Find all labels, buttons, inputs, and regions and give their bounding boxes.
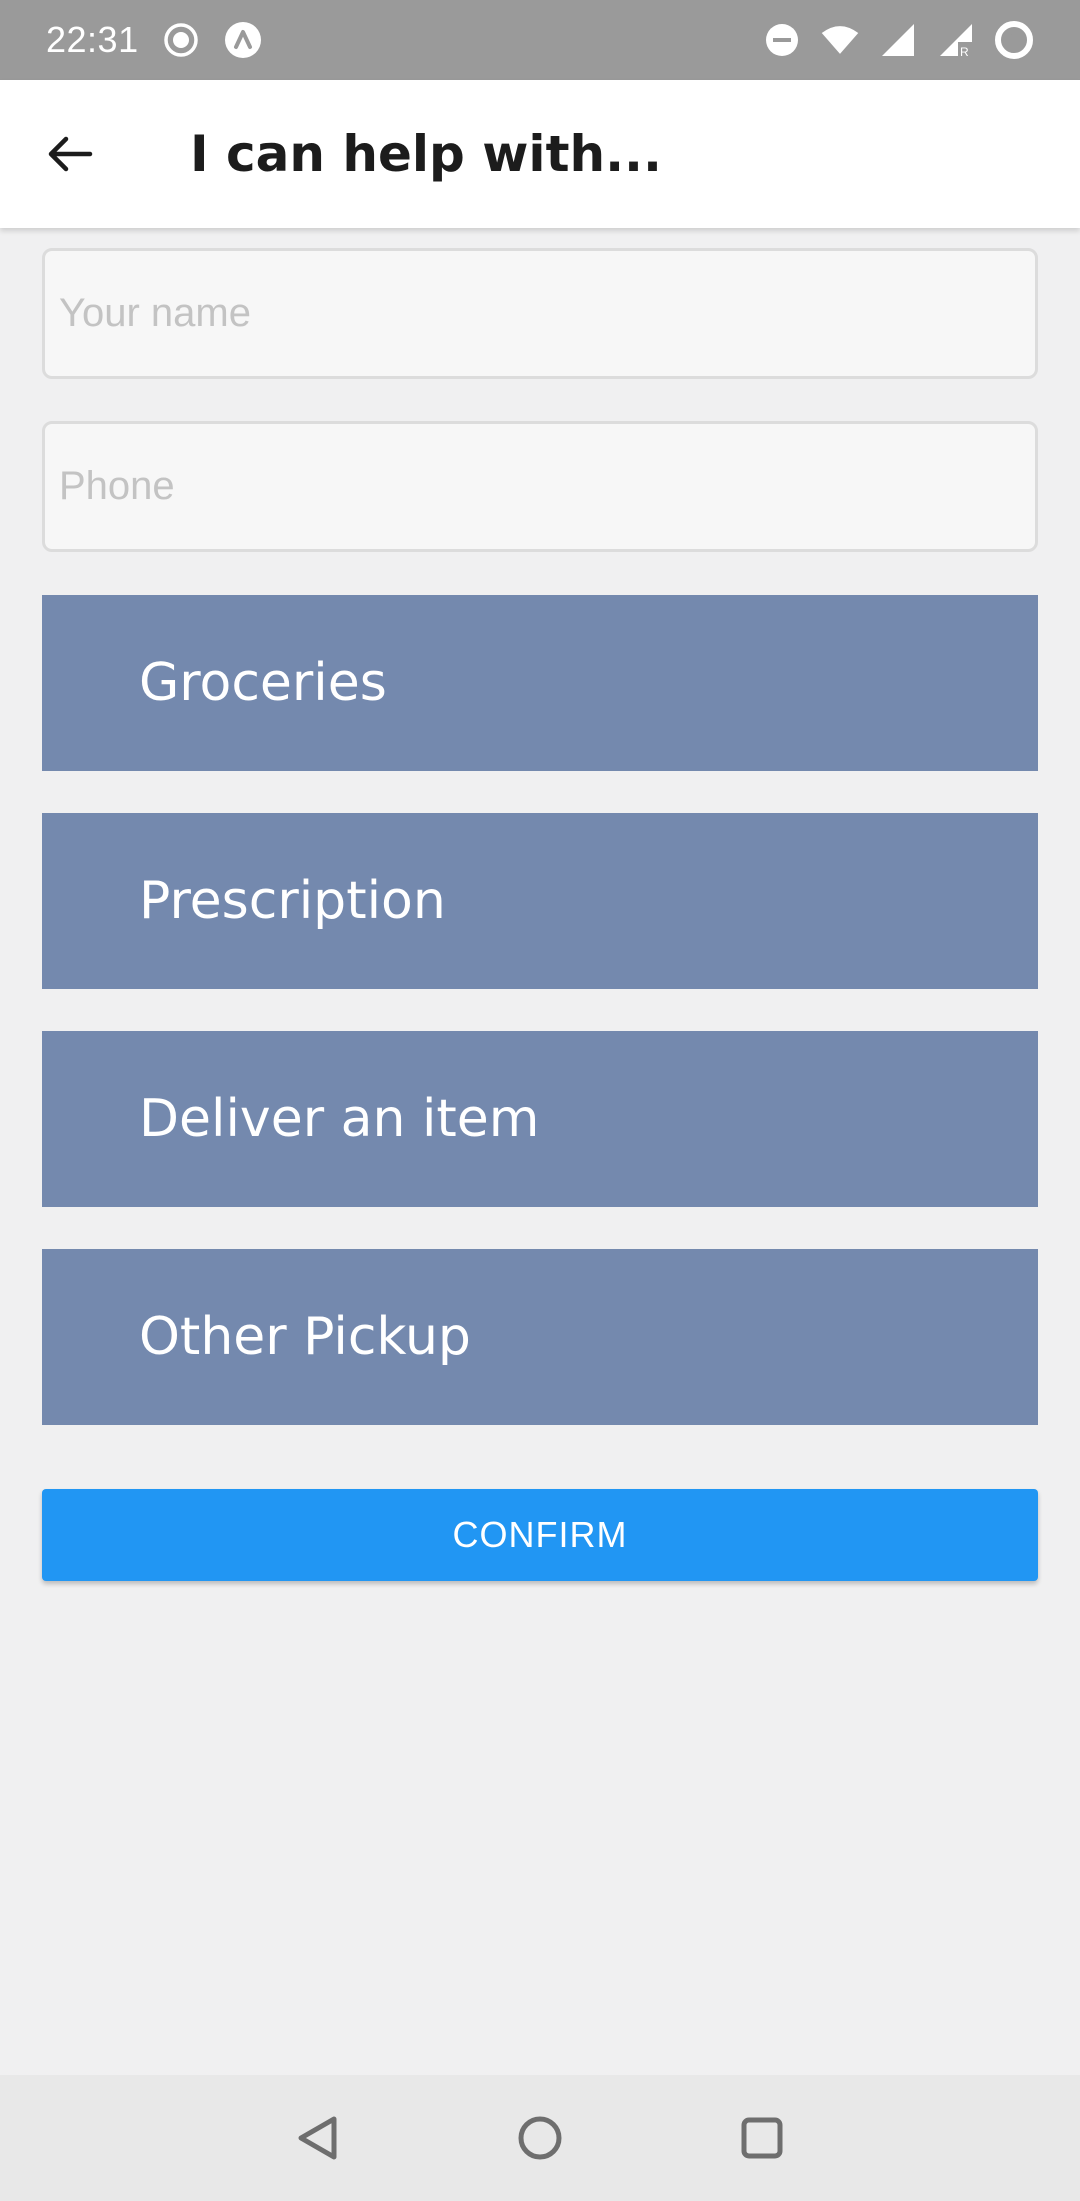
navigation-bar <box>0 2075 1080 2201</box>
arrow-left-icon <box>48 136 93 172</box>
nav-home-button[interactable] <box>505 2103 575 2173</box>
nav-back-button[interactable] <box>283 2103 353 2173</box>
option-deliver-item[interactable]: Deliver an item <box>42 1031 1038 1207</box>
nav-recents-button[interactable] <box>727 2103 797 2173</box>
status-right: R <box>762 20 1034 60</box>
battery-ring-icon <box>994 20 1034 60</box>
name-input[interactable] <box>42 248 1038 379</box>
svg-text:R: R <box>960 45 969 58</box>
circle-home-icon <box>518 2116 562 2160</box>
status-bar: 22:31 R <box>0 0 1080 80</box>
square-recents-icon <box>741 2117 783 2159</box>
wifi-icon <box>820 20 860 60</box>
app-bar: I can help with... <box>0 80 1080 228</box>
status-time: 22:31 <box>46 19 139 60</box>
page-title: I can help with... <box>190 125 663 183</box>
option-label: Groceries <box>139 653 387 713</box>
option-label: Deliver an item <box>139 1089 540 1149</box>
option-prescription[interactable]: Prescription <box>42 813 1038 989</box>
confirm-button[interactable]: CONFIRM <box>42 1489 1038 1581</box>
option-other-pickup[interactable]: Other Pickup <box>42 1249 1038 1425</box>
signal-icon <box>878 20 918 60</box>
screen: 22:31 R I can help with... Your name Pho… <box>0 0 1080 2201</box>
record-icon <box>161 20 201 60</box>
option-label: Prescription <box>139 871 446 931</box>
option-label: Other Pickup <box>139 1307 471 1367</box>
do-not-disturb-icon <box>762 20 802 60</box>
back-button[interactable] <box>20 104 120 204</box>
phone-input[interactable] <box>42 421 1038 552</box>
option-groceries[interactable]: Groceries <box>42 595 1038 771</box>
status-left: 22:31 <box>46 19 263 61</box>
triangle-back-icon <box>298 2116 337 2160</box>
arrow-up-circle-icon <box>223 20 263 60</box>
form-content: Groceries Prescription Deliver an item O… <box>42 248 1038 1425</box>
signal-roaming-icon: R <box>936 20 976 60</box>
